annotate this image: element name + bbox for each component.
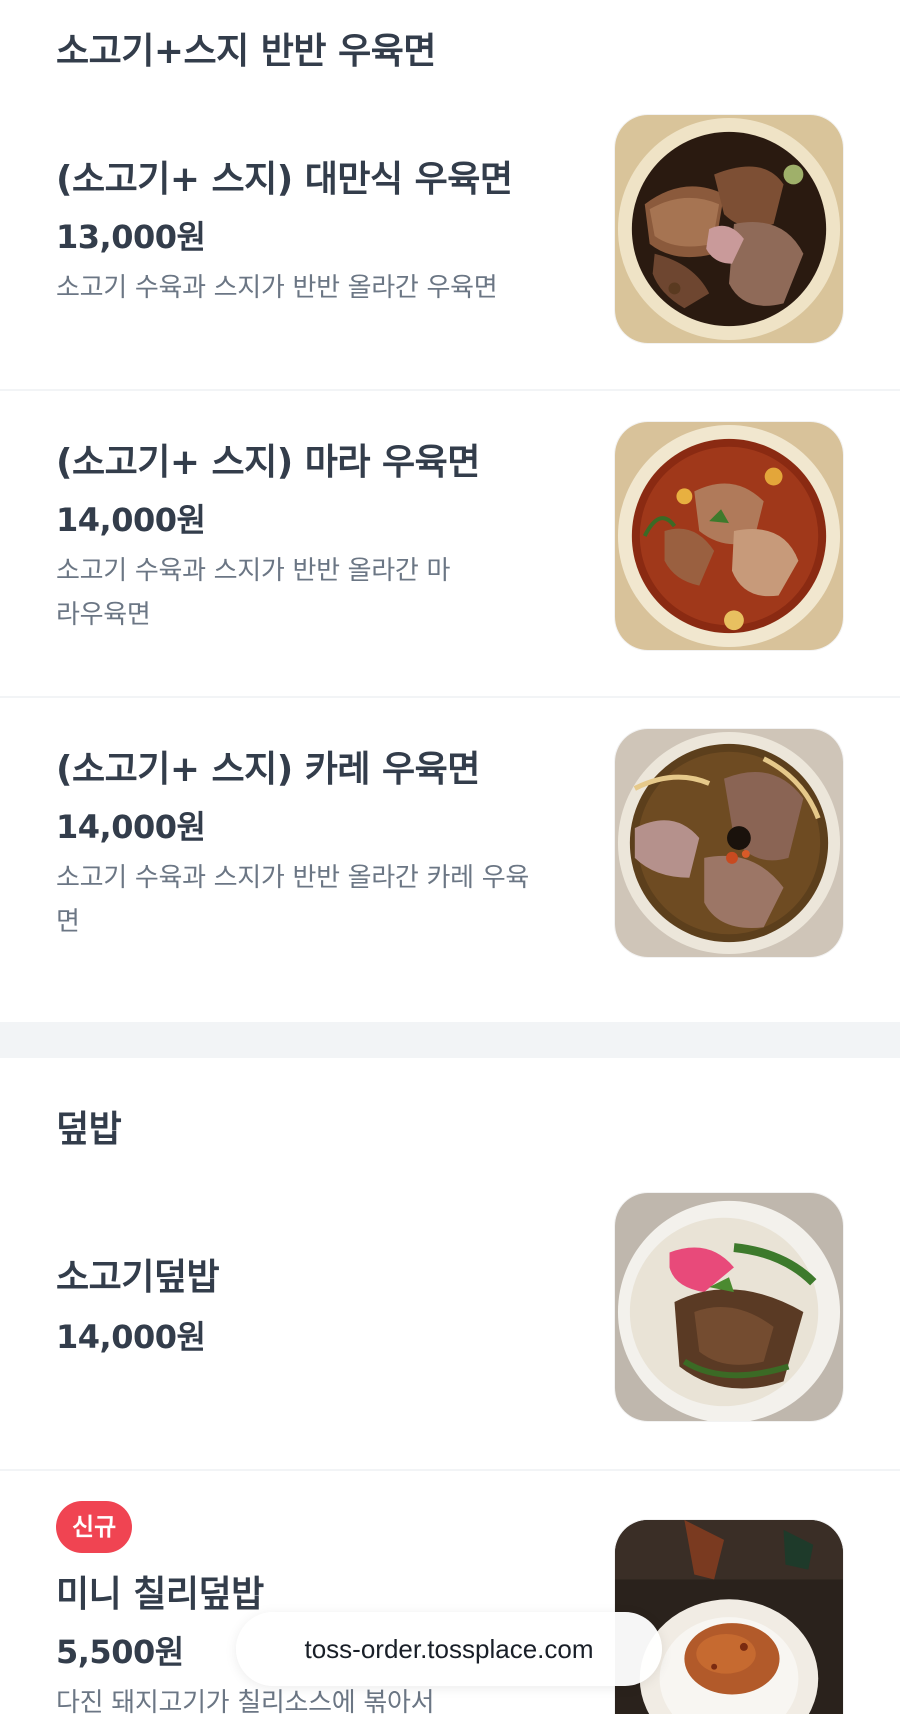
item-name: 미니 칠리덮밥	[56, 1574, 264, 1615]
item-description: 소고기 수육과 스지가 반반 올라간 마라우육면	[56, 556, 451, 630]
item-name: (소고기+ 스지) 대만식 우육면	[56, 159, 513, 200]
curry-noodle-soup-photo	[614, 728, 844, 958]
item-name: (소고기+ 스지) 마라 우육면	[56, 442, 480, 483]
section-separator	[0, 1022, 900, 1058]
beef-noodle-soup-photo	[614, 114, 844, 344]
item-price: 14,000원	[56, 808, 206, 846]
item-price: 13,000원	[56, 218, 206, 256]
menu-item-taiwan-beef-noodle[interactable]: (소고기+ 스지) 대만식 우육면 13,000원 소고기 수육과 스지가 반반…	[0, 0, 900, 390]
menu-item-mala-beef-noodle[interactable]: (소고기+ 스지) 마라 우육면 14,000원 소고기 수육과 스지가 반반 …	[0, 391, 900, 697]
beef-rice-bowl-photo	[614, 1192, 844, 1422]
item-price: 14,000원	[56, 1318, 206, 1356]
menu-page: 소고기+스지 반반 우육면 (소고기+ 스지) 대만식 우육면 13,000원 …	[0, 0, 900, 1714]
menu-item-beef-rice-bowl[interactable]: 소고기덮밥 14,000원	[0, 1160, 900, 1470]
item-price: 14,000원	[56, 501, 206, 539]
item-price: 5,500원	[56, 1633, 184, 1671]
item-name: (소고기+ 스지) 카레 우육면	[56, 749, 480, 790]
menu-item-curry-beef-noodle[interactable]: (소고기+ 스지) 카레 우육면 14,000원 소고기 수육과 스지가 반반 …	[0, 698, 900, 1022]
section-title-rice-bowl: 덮밥	[56, 1109, 122, 1150]
item-name: 소고기덮밥	[56, 1257, 220, 1298]
item-description: 소고기 수육과 스지가 반반 올라간 카레 우육면	[56, 863, 529, 937]
chili-rice-bowl-photo	[614, 1519, 844, 1714]
url-bar[interactable]: toss-order.tossplace.com	[236, 1612, 662, 1686]
item-description: 소고기 수육과 스지가 반반 올라간 우육면	[56, 273, 498, 303]
mala-noodle-soup-photo	[614, 421, 844, 651]
new-badge: 신규	[56, 1501, 133, 1553]
